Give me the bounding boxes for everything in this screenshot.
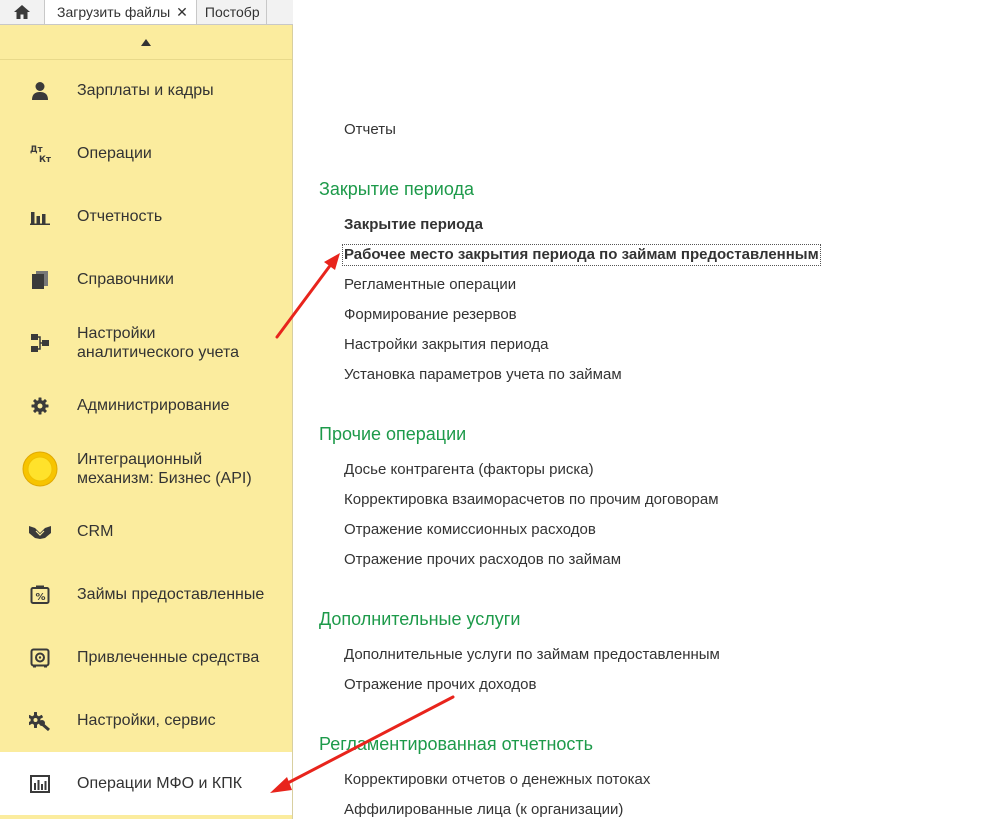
sidebar-item-crm[interactable]: CRM xyxy=(0,500,292,563)
label-line-1: Настройки xyxy=(77,324,156,342)
sidebar-item-attracted[interactable]: Привлеченные средства xyxy=(0,626,292,689)
link-other-income[interactable]: Отражение прочих доходов xyxy=(344,676,536,694)
sidebar-item-label: Займы предоставленные xyxy=(77,586,265,603)
gear-icon xyxy=(27,393,53,419)
sidebar-item-reporting[interactable]: Отчетность xyxy=(0,185,292,248)
sidebar-item-directories[interactable]: Справочники xyxy=(0,248,292,311)
person-icon xyxy=(27,78,53,104)
tab-upload-files[interactable]: Загрузить файлы ✕ xyxy=(45,0,197,24)
hierarchy-icon xyxy=(27,330,53,356)
sidebar-item-label: Привлеченные средства xyxy=(77,649,260,666)
sidebar-item-loans[interactable]: % Займы предоставленные xyxy=(0,563,292,626)
tab-bar: Загрузить файлы ✕ Постобр xyxy=(0,0,293,25)
label-line-2: механизм: Бизнес (API) xyxy=(77,469,252,487)
tab-label: Постобр xyxy=(204,4,260,20)
app-window: Загрузить файлы ✕ Постобр Зарплаты и кад… xyxy=(0,0,998,819)
sidebar-item-mfo-operations[interactable]: Операции МФО и КПК xyxy=(0,752,292,815)
svg-text:Дт: Дт xyxy=(30,145,43,155)
sidebar-item-label: Операции МФО и КПК xyxy=(77,775,243,792)
sidebar-item-integration[interactable]: Интеграционный механизм: Бизнес (API) xyxy=(0,437,292,500)
link-other-loan-expenses[interactable]: Отражение прочих расходов по займам xyxy=(344,551,621,569)
section-title-additional-services: Дополнительные услуги xyxy=(319,609,521,629)
sidebar-bottom-strip xyxy=(0,815,292,819)
svg-text:%: % xyxy=(36,592,46,603)
link-settlement-adjustment[interactable]: Корректировка взаиморасчетов по прочим д… xyxy=(344,491,719,509)
tab-postprocessing[interactable]: Постобр xyxy=(197,0,267,24)
sidebar-item-settings-service[interactable]: Настройки, сервис xyxy=(0,689,292,752)
link-period-close[interactable]: Закрытие периода xyxy=(344,216,483,234)
triangle-up-icon xyxy=(141,38,151,46)
monitor-chart-icon xyxy=(27,771,53,797)
section-title-regulated-reporting: Регламентированная отчетность xyxy=(319,734,594,754)
link-period-close-workplace[interactable]: Рабочее место закрытия периода по займам… xyxy=(342,244,821,266)
link-period-close-settings[interactable]: Настройки закрытия периода xyxy=(344,336,548,354)
sidebar-item-label: Операции xyxy=(77,145,152,162)
sidebar-item-label: Администрирование xyxy=(77,397,230,414)
link-cash-flow-report-adjustments[interactable]: Корректировки отчетов о денежных потоках xyxy=(344,771,650,789)
close-icon[interactable]: ✕ xyxy=(176,4,188,21)
sidebar-item-operations[interactable]: Дт Кт Операции xyxy=(0,122,292,185)
section-title-period-close: Закрытие периода xyxy=(319,179,474,199)
label-line-2: аналитического учета xyxy=(77,343,240,361)
svg-text:Кт: Кт xyxy=(39,155,51,165)
sidebar-item-administration[interactable]: Администрирование xyxy=(0,374,292,437)
link-reports[interactable]: Отчеты xyxy=(344,121,396,139)
wrench-gear-icon xyxy=(27,708,53,734)
link-loan-accounting-params[interactable]: Установка параметров учета по займам xyxy=(344,366,622,384)
safe-icon xyxy=(27,645,53,671)
section-title-other-operations: Прочие операции xyxy=(319,424,467,444)
dt-kt-icon: Дт Кт xyxy=(27,141,53,167)
link-routine-operations[interactable]: Регламентные операции xyxy=(344,276,516,294)
link-counterparty-dossier[interactable]: Досье контрагента (факторы риска) xyxy=(344,461,594,479)
sidebar: Зарплаты и кадры Дт Кт Операции Отчетнос… xyxy=(0,25,293,819)
books-icon xyxy=(27,267,53,293)
link-commission-expenses[interactable]: Отражение комиссионных расходов xyxy=(344,521,596,539)
handshake-icon xyxy=(27,519,53,545)
scroll-up-button[interactable] xyxy=(0,25,292,60)
sidebar-item-label: Интеграционный механизм: Бизнес (API) xyxy=(77,450,252,488)
loan-icon: % xyxy=(27,582,53,608)
tab-label: Загрузить файлы xyxy=(57,4,171,20)
sidebar-item-label: Отчетность xyxy=(77,208,163,225)
circle-icon xyxy=(22,451,58,487)
sidebar-item-label: Зарплаты и кадры xyxy=(77,82,214,99)
home-icon xyxy=(14,5,30,19)
sidebar-item-label: Справочники xyxy=(77,271,174,288)
sidebar-item-salary[interactable]: Зарплаты и кадры xyxy=(0,59,292,122)
sidebar-item-label: Настройки, сервис xyxy=(77,712,216,729)
bar-chart-icon xyxy=(27,204,53,230)
link-reserves[interactable]: Формирование резервов xyxy=(344,306,517,324)
label-line-1: Интеграционный xyxy=(77,450,203,468)
sidebar-item-label: CRM xyxy=(77,523,114,540)
sidebar-item-analytics-settings[interactable]: Настройки аналитического учета xyxy=(0,311,292,374)
tab-home[interactable] xyxy=(0,0,45,24)
content-panel: Отчеты Закрытие периода Закрытие периода… xyxy=(293,0,998,819)
link-affiliated-persons[interactable]: Аффилированные лица (к организации) xyxy=(344,801,623,819)
link-additional-loan-services[interactable]: Дополнительные услуги по займам предоста… xyxy=(344,646,720,664)
sidebar-item-label: Настройки аналитического учета xyxy=(77,324,239,362)
